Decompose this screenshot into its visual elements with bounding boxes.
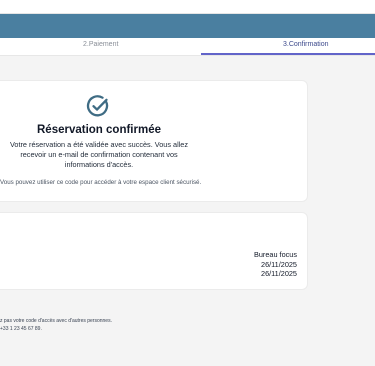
office-name: Bureau focus bbox=[254, 250, 297, 259]
check-circle-icon bbox=[86, 95, 109, 117]
message-line: Votre réservation a été validée avec suc… bbox=[9, 140, 189, 149]
start-date: 26/11/2025 bbox=[261, 260, 297, 269]
message-line: recevoir un e-mail de confirmation conte… bbox=[20, 150, 178, 159]
confirmation-message: Votre réservation a été validée avec suc… bbox=[0, 140, 198, 170]
end-date: 26/11/2025 bbox=[261, 269, 297, 278]
active-step-underline bbox=[201, 53, 375, 55]
security-note: z pas votre code d'accès avec d'autres p… bbox=[0, 318, 112, 324]
step-payment[interactable]: 2.Paiement bbox=[83, 41, 118, 48]
step-confirmation[interactable]: 3.Confirmation bbox=[283, 41, 329, 48]
access-code-note: Vous pouvez utiliser ce code pour accéde… bbox=[0, 179, 202, 186]
confirmation-title: Réservation confirmée bbox=[37, 124, 161, 136]
contact-phone: +33 1 23 45 67 89. bbox=[0, 326, 42, 332]
step-indicator: 2.Paiement 3.Confirmation bbox=[0, 38, 375, 56]
top-header bbox=[0, 0, 375, 14]
banner bbox=[0, 14, 375, 38]
message-line: informations d'accès. bbox=[64, 160, 134, 169]
